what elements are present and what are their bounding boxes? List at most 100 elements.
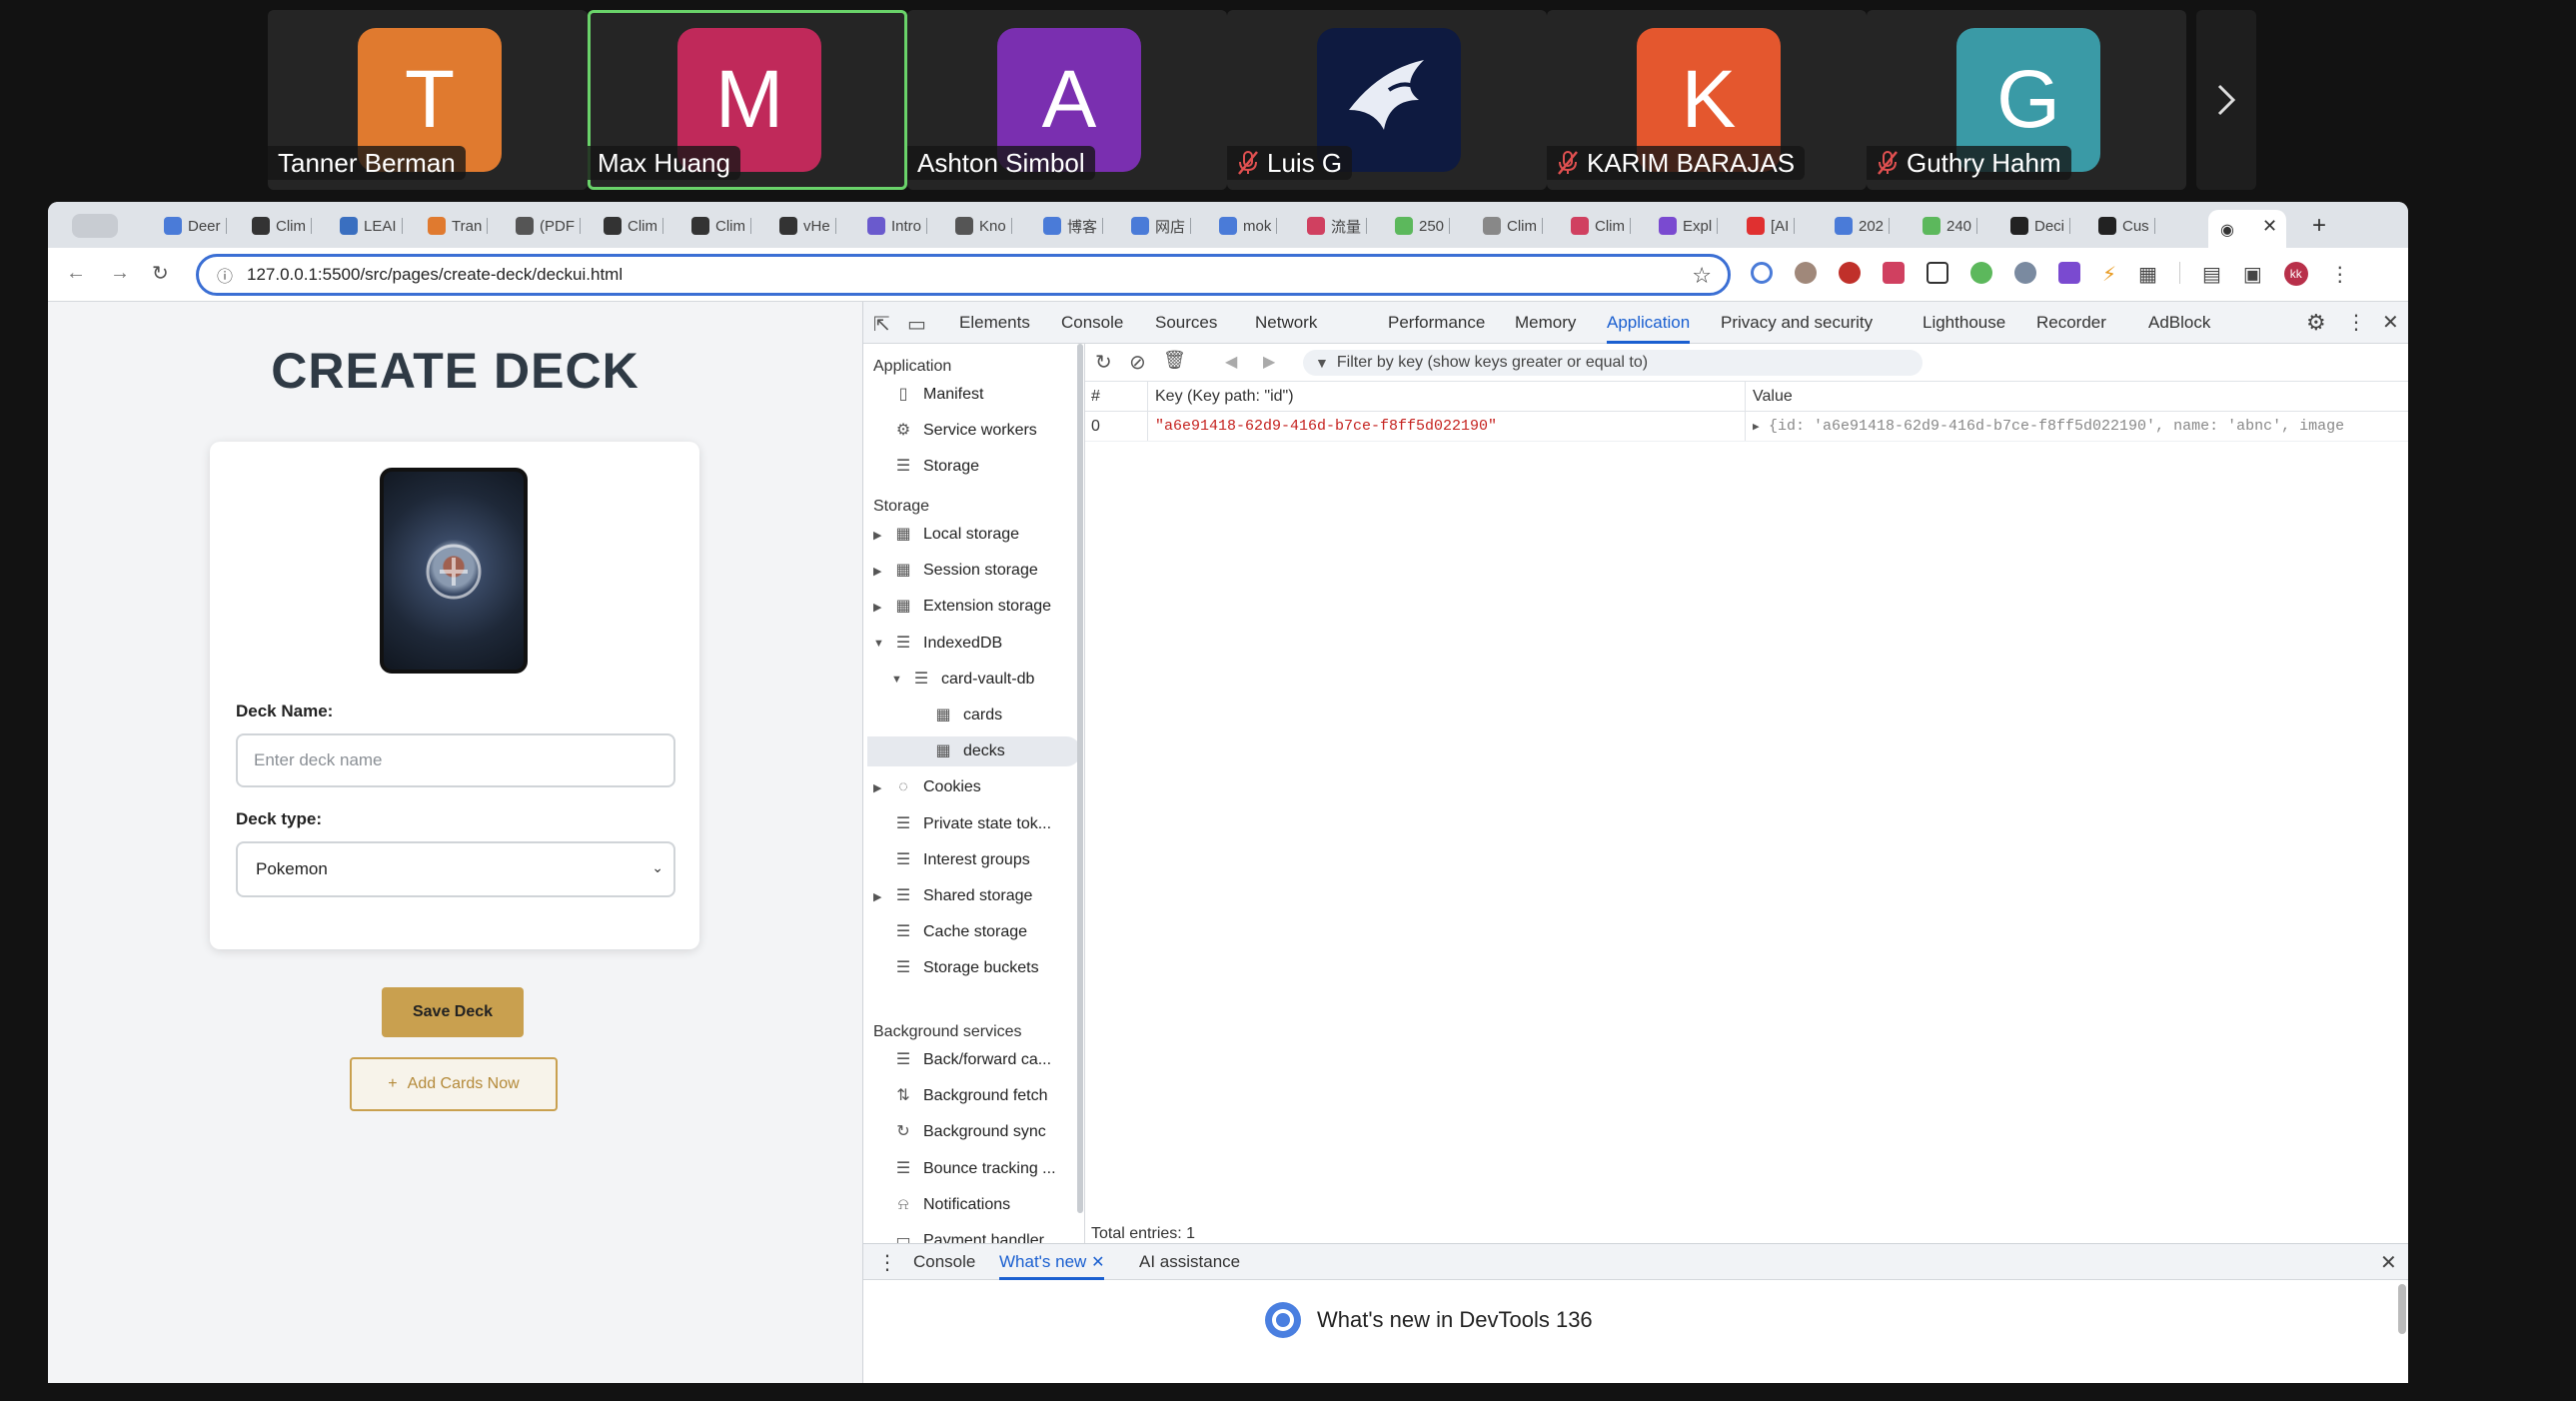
- sidebar-item-cookies[interactable]: ▶ ◌ Cookies: [873, 772, 981, 802]
- site-info-icon[interactable]: ⓘ: [217, 263, 233, 287]
- bolt-icon[interactable]: ⚡: [2102, 262, 2116, 287]
- browser-tab[interactable]: Kno: [955, 210, 1012, 242]
- bookmark-star-icon[interactable]: ☆: [1692, 263, 1712, 289]
- sidebar-item-decks[interactable]: ▦ decks: [913, 736, 1004, 766]
- browser-tab[interactable]: Tran: [428, 210, 489, 242]
- sidebar-item-bounce-tracking[interactable]: ☰ Bounce tracking ...: [873, 1154, 1056, 1184]
- browser-tab[interactable]: [AI: [1747, 210, 1796, 242]
- sidebar-item-background-sync[interactable]: ↻ Background sync: [873, 1117, 1045, 1147]
- expand-arrow-icon[interactable]: ▶: [873, 601, 883, 614]
- sidebar-item-service-workers[interactable]: ⚙ Service workers: [873, 416, 1037, 446]
- table-row[interactable]: 0 "a6e91418-62d9-416d-b7ce-f8ff5d022190"…: [1085, 412, 2408, 442]
- browser-tab[interactable]: 202: [1835, 210, 1891, 242]
- col-header-key[interactable]: Key (Key path: "id"): [1155, 388, 1294, 406]
- drawer-scrollbar[interactable]: [2398, 1284, 2406, 1334]
- devtools-tab-recorder[interactable]: Recorder: [2036, 302, 2106, 344]
- adblock-icon[interactable]: [1839, 262, 1861, 284]
- close-tab-icon[interactable]: ✕: [1091, 1254, 1104, 1271]
- browser-tab[interactable]: Intro: [867, 210, 928, 242]
- browser-tab[interactable]: Clim: [604, 210, 663, 242]
- browser-tab[interactable]: (PDF: [516, 210, 581, 242]
- devtools-menu-icon[interactable]: ⋮: [2346, 310, 2366, 335]
- devtools-tab-sources[interactable]: Sources: [1155, 302, 1217, 344]
- expand-arrow-icon[interactable]: ▶: [873, 565, 883, 578]
- browser-tab[interactable]: Clim: [1571, 210, 1631, 242]
- browser-tab[interactable]: LEAI: [340, 210, 403, 242]
- settings-gear-icon[interactable]: ⚙: [2306, 310, 2326, 336]
- drawer-menu-icon[interactable]: ⋮: [877, 1250, 897, 1275]
- devtools-tab-performance[interactable]: Performance: [1388, 302, 1485, 344]
- back-icon[interactable]: ←: [66, 262, 86, 285]
- extension-icon[interactable]: [1883, 262, 1905, 284]
- participant-tile[interactable]: Luis G: [1227, 10, 1547, 190]
- browser-tab[interactable]: mok: [1219, 210, 1278, 242]
- deck-image-upload[interactable]: [380, 468, 528, 674]
- sidebar-item-card-vault-db[interactable]: ▼ ☰ card-vault-db: [891, 665, 1034, 695]
- devtools-tab-network[interactable]: Network: [1255, 302, 1317, 344]
- menu-kebab-icon[interactable]: ⋮: [2330, 262, 2350, 287]
- devtools-tab-adblock[interactable]: AdBlock: [2148, 302, 2210, 344]
- deck-name-input[interactable]: [236, 733, 675, 787]
- sidebar-item-payment-handler[interactable]: ▭ Payment handler: [873, 1226, 1044, 1243]
- expand-triangle-icon[interactable]: ▶: [1753, 420, 1760, 434]
- sidebar-item-background-fetch[interactable]: ⇅ Background fetch: [873, 1081, 1047, 1111]
- devtools-tab-privacy-and-security[interactable]: Privacy and security: [1721, 302, 1873, 344]
- extension-icon[interactable]: [1751, 262, 1773, 284]
- extension-icon[interactable]: [2014, 262, 2036, 284]
- participant-tile-active[interactable]: M Max Huang: [588, 10, 907, 190]
- extension-icon[interactable]: [1927, 262, 1948, 284]
- devtools-tab-application[interactable]: Application: [1607, 302, 1691, 344]
- close-devtools-icon[interactable]: ✕: [2382, 310, 2399, 335]
- profile-avatar[interactable]: kk: [2283, 262, 2308, 286]
- sidebar-item-cards[interactable]: ▦ cards: [913, 700, 1002, 730]
- expand-arrow-icon[interactable]: ▶: [873, 890, 883, 903]
- sidebar-item-extension-storage[interactable]: ▶ ▦ Extension storage: [873, 592, 1051, 622]
- drawer-tab-ai-assistance[interactable]: AI assistance: [1139, 1244, 1240, 1280]
- participant-tile[interactable]: A Ashton Simbol: [907, 10, 1227, 190]
- key-filter-input[interactable]: ▼ Filter by key (show keys greater or eq…: [1303, 350, 1923, 376]
- participant-tile[interactable]: T Tanner Berman: [268, 10, 588, 190]
- sidebar-scrollbar[interactable]: [1077, 344, 1083, 1213]
- sidebar-item-manifest[interactable]: ▯ Manifest: [873, 380, 984, 410]
- deck-type-select[interactable]: Pokemon ⌄: [236, 841, 675, 897]
- expand-arrow-icon[interactable]: ▼: [873, 638, 884, 650]
- delete-selected-icon[interactable]: 🗑: [1163, 350, 1186, 371]
- save-deck-button[interactable]: Save Deck: [382, 987, 524, 1037]
- sidebar-item-indexeddb[interactable]: ▼ ☰ IndexedDB: [873, 629, 1002, 659]
- expand-arrow-icon[interactable]: ▶: [873, 781, 883, 794]
- sidebar-item-storage-buckets[interactable]: ☰ Storage buckets: [873, 953, 1039, 983]
- participant-tile[interactable]: K KARIM BARAJAS: [1547, 10, 1867, 190]
- sidebar-item-shared-storage[interactable]: ▶ ☰ Shared storage: [873, 881, 1032, 911]
- drawer-tab-console[interactable]: Console: [913, 1244, 975, 1280]
- expand-arrow-icon[interactable]: ▼: [891, 674, 902, 686]
- side-panel-icon[interactable]: ▣: [2243, 262, 2262, 287]
- close-tab-icon[interactable]: ✕: [2262, 216, 2277, 237]
- drawer-tab-whats-new[interactable]: What's new ✕: [999, 1244, 1105, 1280]
- browser-tab[interactable]: Deer: [164, 210, 227, 242]
- devtools-tab-elements[interactable]: Elements: [959, 302, 1030, 344]
- sidebar-item-interest-groups[interactable]: ☰ Interest groups: [873, 845, 1030, 875]
- extension-icon[interactable]: [2058, 262, 2080, 284]
- browser-tab[interactable]: Cus: [2098, 210, 2155, 242]
- devtools-tab-memory[interactable]: Memory: [1515, 302, 1576, 344]
- browser-tab[interactable]: 流量: [1307, 210, 1368, 242]
- extension-icon[interactable]: [1970, 262, 1992, 284]
- sidebar-item-storage[interactable]: ☰ Storage: [873, 452, 979, 482]
- browser-tab[interactable]: Expl: [1659, 210, 1719, 242]
- sidebar-item-session-storage[interactable]: ▶ ▦ Session storage: [873, 556, 1038, 586]
- reload-icon[interactable]: ↻: [152, 261, 169, 286]
- browser-tab[interactable]: Clim: [691, 210, 751, 242]
- browser-tab[interactable]: 博客: [1043, 210, 1104, 242]
- browser-tab[interactable]: vHe: [779, 210, 836, 242]
- close-drawer-icon[interactable]: ✕: [2380, 1250, 2397, 1275]
- puzzle-icon[interactable]: ▦: [2138, 262, 2157, 287]
- sidebar-item-local-storage[interactable]: ▶ ▦ Local storage: [873, 520, 1019, 550]
- previous-page-icon[interactable]: ◀: [1225, 352, 1237, 372]
- next-participants-button[interactable]: [2196, 10, 2256, 190]
- reading-list-icon[interactable]: ▤: [2202, 262, 2221, 287]
- extension-icon[interactable]: [1795, 262, 1817, 284]
- sidebar-item-back-forward-ca[interactable]: ☰ Back/forward ca...: [873, 1045, 1051, 1075]
- browser-tab[interactable]: Deci: [2010, 210, 2071, 242]
- browser-tab[interactable]: 网店: [1131, 210, 1192, 242]
- devtools-tab-console[interactable]: Console: [1061, 302, 1123, 344]
